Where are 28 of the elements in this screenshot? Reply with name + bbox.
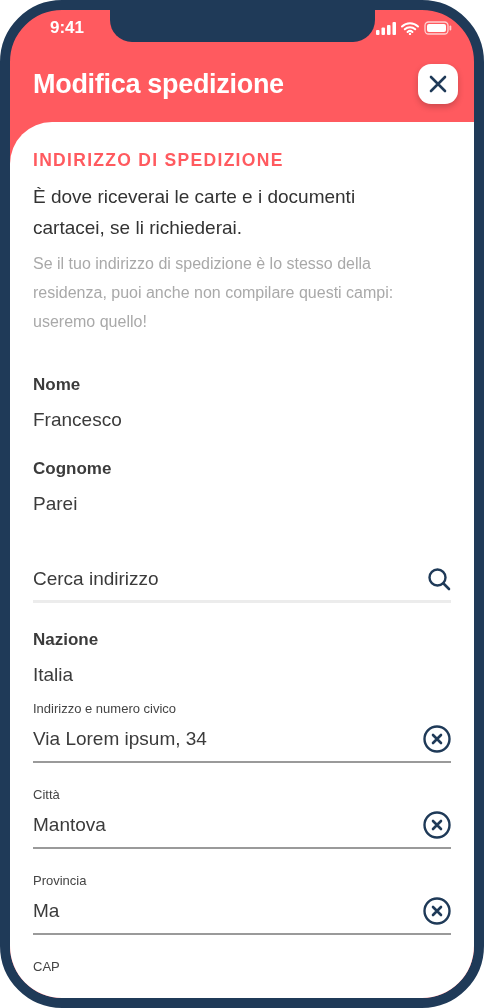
intro-text: È dove riceverai le carte e i documenti cartacei, se li richiederai. [33,185,357,240]
battery-icon [424,21,452,35]
field-label: Nazione [33,629,100,651]
close-button[interactable] [418,64,458,104]
field-label: Cognome [33,458,113,480]
input-field[interactable]: Via Lorem ipsum, 34 [33,728,422,750]
search-field[interactable]: Cerca indirizzo [33,568,427,590]
field-value: Parei [33,492,79,516]
close-icon [429,75,447,93]
wifi-icon [401,21,419,35]
clear-icon[interactable] [422,810,452,840]
field-label: Città [33,786,61,804]
field-label: Indirizzo e numero civico [33,700,178,718]
field-label: Provincia [33,872,88,890]
field-value: Italia [33,663,75,687]
hint-text: Se il tuo indirizzo di spedizione è lo stesso della residenza, puoi anche non compilare questi campi: useremo quello! [33,254,395,332]
field-label: Nome [33,374,82,396]
signal-icon [376,21,396,35]
search-icon [427,567,451,591]
field-value: Francesco [33,408,123,432]
status-time: 9:41 [50,18,85,38]
clear-icon[interactable] [422,724,452,754]
clear-icon[interactable] [422,896,452,926]
screen-title: Modifica spedizione [33,68,284,100]
input-field[interactable]: Ma [33,900,422,922]
input-field[interactable]: Mantova [33,814,422,836]
field-label: CAP [33,958,61,976]
section-heading: INDIRIZZO DI SPEDIZIONE [33,150,285,171]
